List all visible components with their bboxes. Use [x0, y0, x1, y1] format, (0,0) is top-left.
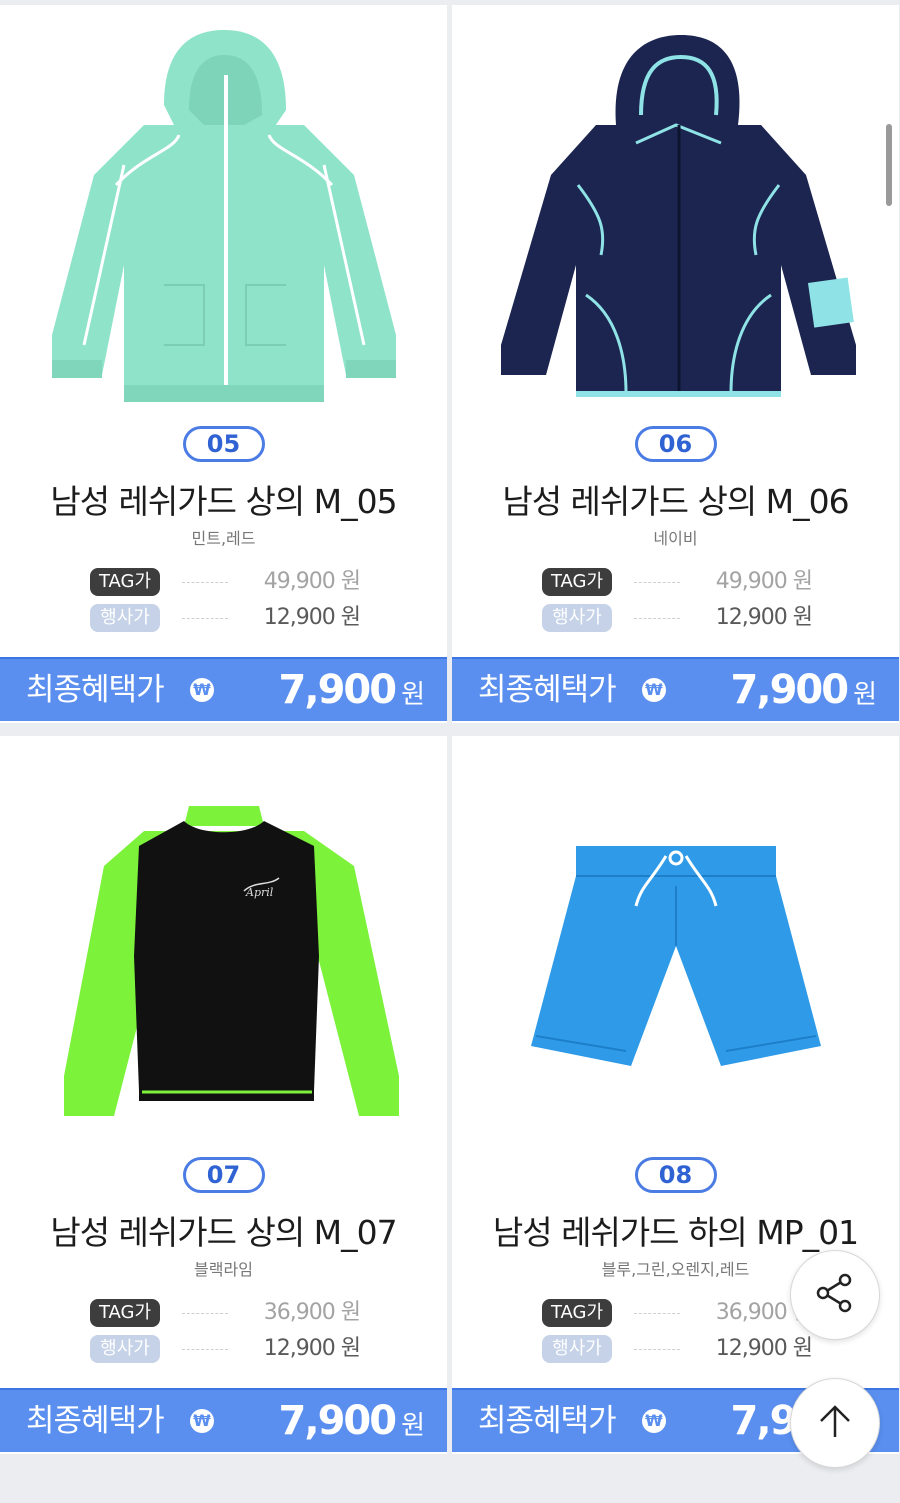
product-number-badge: 05 [182, 426, 265, 462]
final-price-label: 최종혜택가 [478, 1403, 617, 1439]
scroll-to-top-button[interactable] [790, 1378, 880, 1468]
divider-dots [634, 1313, 680, 1314]
event-price-label: 행사가 [90, 1335, 160, 1363]
product-colors: 블랙라임 [194, 1260, 253, 1279]
final-price-unit: 원 [401, 680, 425, 710]
event-price-row: 행사가 12,900 원 [90, 1333, 370, 1365]
product-name[interactable]: 남성 레쉬가드 상의 M_06 [452, 475, 899, 523]
final-price-bar[interactable]: 최종혜택가 ₩ 7,900원 [452, 657, 899, 721]
tag-price-value: 36,900 원 [263, 1300, 361, 1325]
tag-price-label: TAG가 [542, 1299, 612, 1327]
final-price-amount: 7,900 [730, 667, 850, 713]
product-card[interactable]: 06 남성 레쉬가드 상의 M_06 네이비 TAG가 49,900 원 행사가… [452, 5, 899, 723]
tag-price-label: TAG가 [90, 1299, 160, 1327]
won-icon: ₩ [190, 678, 214, 702]
final-price: 7,900원 [731, 659, 877, 721]
scrollbar[interactable] [886, 124, 892, 206]
product-name[interactable]: 남성 레쉬가드 상의 M_07 [0, 1206, 447, 1254]
tag-price-row: TAG가 36,900 원 [542, 1297, 822, 1329]
product-image-black-lime-rashguard[interactable]: April [0, 736, 447, 1156]
final-price-label: 최종혜택가 [26, 672, 165, 708]
tag-price-row: TAG가 36,900 원 [90, 1297, 370, 1329]
final-price-bar[interactable]: 최종혜택가 ₩ 7,900원 [0, 1388, 447, 1452]
event-price-value: 12,900 원 [715, 605, 813, 630]
tag-price-row: TAG가 49,900 원 [542, 566, 822, 598]
product-colors: 네이비 [653, 529, 698, 548]
product-image-navy-hoodie[interactable] [452, 5, 899, 425]
final-price-amount: 7,900 [278, 667, 398, 713]
won-icon: ₩ [642, 678, 666, 702]
won-icon: ₩ [190, 1409, 214, 1433]
final-price-unit: 원 [401, 1411, 425, 1441]
final-price-amount: 7,900 [278, 1398, 398, 1444]
tag-price-label: TAG가 [542, 568, 612, 596]
event-price-value: 12,900 원 [263, 605, 361, 630]
divider-dots [634, 1349, 680, 1350]
product-name[interactable]: 남성 레쉬가드 상의 M_05 [0, 475, 447, 523]
divider-dots [634, 618, 680, 619]
event-price-label: 행사가 [90, 604, 160, 632]
final-price-label: 최종혜택가 [26, 1403, 165, 1439]
won-icon: ₩ [642, 1409, 666, 1433]
product-number-badge: 06 [634, 426, 717, 462]
product-name[interactable]: 남성 레쉬가드 하의 MP_01 [452, 1206, 899, 1254]
divider-dots [182, 582, 228, 583]
event-price-row: 행사가 12,900 원 [542, 602, 822, 634]
event-price-value: 12,900 원 [715, 1336, 813, 1361]
product-image-mint-hoodie[interactable] [0, 5, 447, 425]
arrow-up-icon [815, 1401, 855, 1445]
divider-dots [182, 1313, 228, 1314]
event-price-label: 행사가 [542, 1335, 612, 1363]
product-colors: 민트,레드 [191, 529, 256, 548]
share-button[interactable] [790, 1250, 880, 1340]
event-price-label: 행사가 [542, 604, 612, 632]
final-price: 7,900원 [279, 659, 425, 721]
share-icon [813, 1271, 857, 1319]
final-price: 7,900원 [279, 1390, 425, 1452]
divider-dots [634, 582, 680, 583]
divider-dots [182, 618, 228, 619]
product-card[interactable]: 05 남성 레쉬가드 상의 M_05 민트,레드 TAG가 49,900 원 행… [0, 5, 447, 723]
product-card[interactable]: April 07 남성 레쉬가드 상의 M_07 블랙라임 TAG가 36,90… [0, 736, 447, 1454]
event-price-value: 12,900 원 [263, 1336, 361, 1361]
final-price-bar[interactable]: 최종혜택가 ₩ 7,900원 [0, 657, 447, 721]
product-card[interactable]: 08 남성 레쉬가드 하의 MP_01 블루,그린,오렌지,레드 TAG가 36… [452, 736, 899, 1454]
final-price-label: 최종혜택가 [478, 672, 617, 708]
svg-text:April: April [245, 886, 274, 899]
divider-dots [182, 1349, 228, 1350]
product-number-badge: 07 [182, 1157, 265, 1193]
tag-price-row: TAG가 49,900 원 [90, 566, 370, 598]
final-price-unit: 원 [853, 680, 877, 710]
event-price-row: 행사가 12,900 원 [90, 602, 370, 634]
tag-price-value: 49,900 원 [715, 569, 813, 594]
product-number-badge: 08 [634, 1157, 717, 1193]
event-price-row: 행사가 12,900 원 [542, 1333, 822, 1365]
tag-price-label: TAG가 [90, 568, 160, 596]
tag-price-value: 49,900 원 [263, 569, 361, 594]
product-image-blue-shorts[interactable] [452, 736, 899, 1156]
